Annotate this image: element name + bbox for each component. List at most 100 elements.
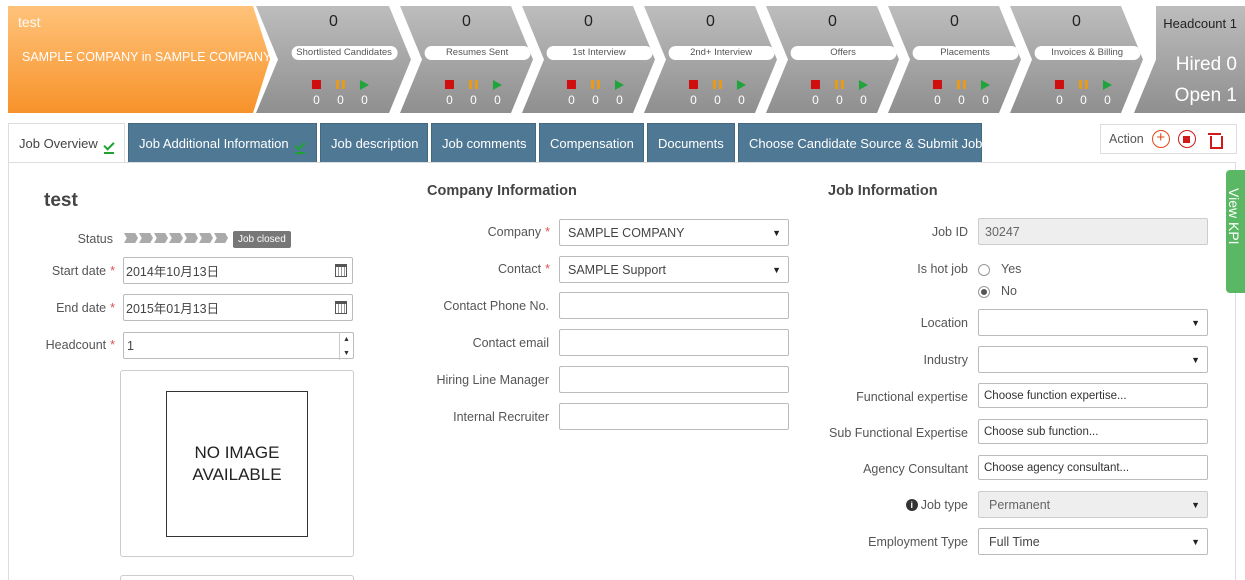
paused-count[interactable]: 0	[468, 93, 478, 107]
headcount-field-label: Headcount *	[45, 338, 115, 352]
stopped-count[interactable]: 0	[810, 93, 820, 107]
end-date-field[interactable]: 2015年01月13日	[123, 294, 353, 321]
job-title: test	[44, 190, 78, 211]
tab-label: Job Overview	[19, 135, 98, 151]
stage-count: 0	[584, 13, 593, 30]
active-count[interactable]: 0	[736, 93, 746, 107]
tab-job-additional-information[interactable]: Job Additional Information	[128, 123, 317, 163]
stopped-count[interactable]: 0	[688, 93, 698, 107]
action-toolbar: Action +	[1100, 124, 1237, 154]
active-count[interactable]: 0	[359, 93, 369, 107]
contact-select[interactable]: SAMPLE Support	[559, 256, 789, 283]
job-name: test	[18, 14, 41, 30]
contact-email-input[interactable]	[559, 329, 789, 356]
start-date-label: Start date *	[51, 264, 115, 278]
tab-job-comments[interactable]: Job comments	[431, 123, 536, 163]
tab-documents[interactable]: Documents	[647, 123, 735, 163]
pause-icon	[713, 80, 722, 89]
is-hot-job-label: Is hot job	[917, 262, 968, 276]
tab-compensation[interactable]: Compensation	[539, 123, 644, 163]
play-icon	[360, 80, 369, 90]
stopped-count[interactable]: 0	[1054, 93, 1064, 107]
stopped-count[interactable]: 0	[932, 93, 942, 107]
active-count[interactable]: 0	[858, 93, 868, 107]
info-icon[interactable]: i	[905, 499, 918, 511]
stop-icon	[312, 80, 321, 89]
agency-consultant-placeholder: Choose agency consultant...	[984, 461, 1130, 474]
company-information-title: Company Information	[427, 183, 577, 199]
headcount-value: 1	[127, 338, 134, 353]
active-count[interactable]: 0	[492, 93, 502, 107]
paused-count[interactable]: 0	[590, 93, 600, 107]
add-icon[interactable]: +	[1151, 130, 1170, 148]
status-progress	[124, 233, 228, 243]
functional-expertise-placeholder: Choose function expertise...	[984, 389, 1127, 402]
tab-label: Job Additional Information	[139, 136, 289, 151]
functional-expertise-input[interactable]: Choose function expertise...	[978, 383, 1208, 408]
tab-choose-candidate-source[interactable]: Choose Candidate Source & Submit Job	[738, 123, 982, 163]
contact-email-label: Contact email	[472, 336, 549, 350]
job-type-select[interactable]: Permanent	[978, 491, 1208, 518]
location-select[interactable]	[978, 309, 1208, 336]
contact-phone-input[interactable]	[559, 292, 789, 319]
paused-count[interactable]: 0	[712, 93, 722, 107]
internal-recruiter-input[interactable]	[559, 403, 789, 430]
paused-count[interactable]: 0	[834, 93, 844, 107]
tab-label: Documents	[658, 136, 724, 151]
tab-job-overview[interactable]: Job Overview	[8, 123, 125, 163]
tab-label: Job description	[331, 136, 419, 151]
stage-placements[interactable]: 0 Placements 000	[888, 6, 1021, 113]
headcount-stepper[interactable]: 1 ▲ ▼	[123, 332, 354, 360]
stopped-count[interactable]: 0	[444, 93, 454, 107]
stopped-count[interactable]: 0	[311, 93, 321, 107]
pause-icon	[1079, 80, 1088, 89]
stage-count: 0	[329, 13, 338, 30]
agency-consultant-input[interactable]: Choose agency consultant...	[978, 455, 1208, 480]
job-summary-chevron[interactable]: test SAMPLE COMPANY in SAMPLE COMPANY	[8, 6, 270, 113]
pause-icon	[835, 80, 844, 89]
company-select[interactable]: SAMPLE COMPANY	[559, 219, 789, 246]
view-kpi-tab[interactable]: View KPI	[1226, 170, 1245, 293]
sub-functional-expertise-input[interactable]: Choose sub function...	[978, 419, 1208, 444]
employment-type-label: Employment Type	[868, 535, 968, 549]
calendar-icon[interactable]	[335, 301, 347, 314]
contact-value: SAMPLE Support	[568, 262, 666, 277]
stage-label: Offers	[790, 46, 896, 60]
active-count[interactable]: 0	[980, 93, 990, 107]
stop-job-icon[interactable]	[1177, 130, 1196, 148]
hired-label: Hired 0	[1175, 54, 1237, 75]
stage-shortlisted[interactable]: 0 Shortlisted Candidates 000	[256, 6, 411, 113]
paused-count[interactable]: 0	[1078, 93, 1088, 107]
play-icon	[981, 80, 990, 90]
active-count[interactable]: 0	[1102, 93, 1112, 107]
location-label: Location	[920, 316, 968, 330]
internal-recruiter-label: Internal Recruiter	[453, 410, 549, 424]
hiring-line-manager-input[interactable]	[559, 366, 789, 393]
industry-select[interactable]	[978, 346, 1208, 373]
company-label: Company *	[487, 225, 550, 239]
stopped-count[interactable]: 0	[566, 93, 576, 107]
stage-invoices-billing[interactable]: 0 Invoices & Billing 000	[1010, 6, 1143, 113]
hot-job-no-label: No	[1001, 284, 1017, 298]
pause-icon	[336, 80, 345, 89]
view-kpi-label: View KPI	[1226, 188, 1242, 245]
trash-icon[interactable]	[1207, 132, 1223, 149]
stage-resumes-sent[interactable]: 0 Resumes Sent 000	[400, 6, 533, 113]
tab-job-description[interactable]: Job description	[320, 123, 428, 163]
stage-2nd-interview[interactable]: 0 2nd+ Interview 000	[644, 6, 777, 113]
hot-job-no-radio[interactable]	[978, 286, 990, 298]
stage-label: 1st Interview	[546, 46, 652, 60]
tab-label: Job comments	[442, 136, 527, 151]
paused-count[interactable]: 0	[956, 93, 966, 107]
stage-1st-interview[interactable]: 0 1st Interview 000	[522, 6, 655, 113]
active-count[interactable]: 0	[614, 93, 624, 107]
hot-job-yes-radio[interactable]	[978, 264, 990, 276]
start-date-field[interactable]: 2014年10月13日	[123, 257, 353, 284]
paused-count[interactable]: 0	[335, 93, 345, 107]
stage-count: 0	[950, 13, 959, 30]
employment-type-select[interactable]: Full Time	[978, 528, 1208, 555]
calendar-icon[interactable]	[335, 264, 347, 277]
spinner-arrows-icon[interactable]: ▲ ▼	[339, 333, 353, 360]
stage-label: Resumes Sent	[424, 46, 530, 60]
stage-offers[interactable]: 0 Offers 000	[766, 6, 899, 113]
